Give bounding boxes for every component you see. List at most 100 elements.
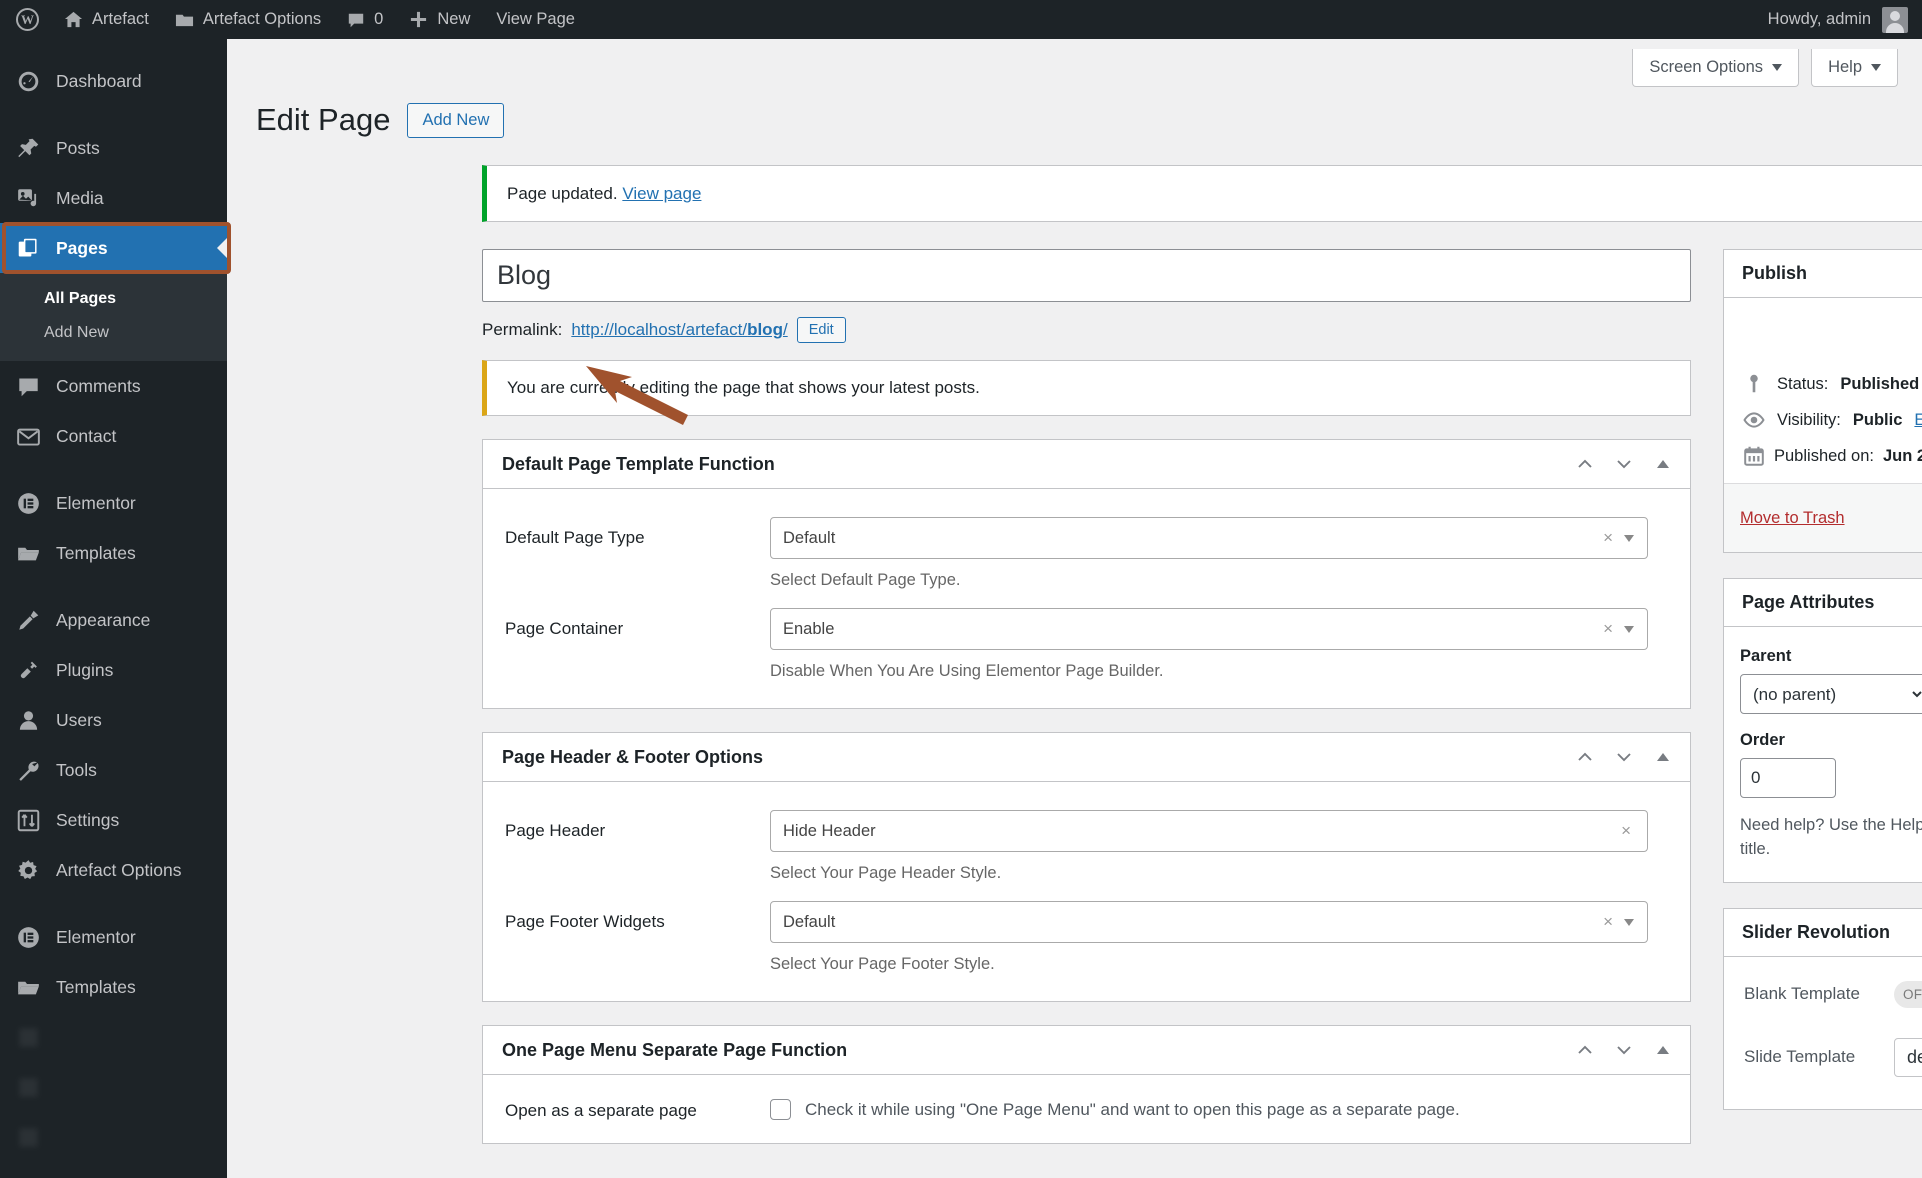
select-value: Default [783,912,836,931]
default-page-type-select[interactable]: Default × [770,517,1648,559]
adminbar-view-page[interactable]: View Page [483,0,588,39]
calendar-icon [1744,446,1764,466]
sidebar-item-contact[interactable]: Contact [0,411,227,461]
slider-revolution-title: Slider Revolution [1742,921,1891,942]
move-down-icon[interactable] [1607,447,1641,481]
move-up-icon[interactable] [1568,447,1602,481]
sidebar-item-posts[interactable]: Posts [0,123,227,173]
add-new-button[interactable]: Add New [407,102,505,138]
field-open-separate-page: Open as a separate page Check it while u… [505,1085,1668,1121]
adminbar-site-label: Artefact [92,10,149,28]
toggle-panel-icon[interactable] [1646,447,1680,481]
wordpress-logo-button[interactable]: W [0,0,51,39]
permalink-link[interactable]: http://localhost/artefact/blog/ [571,320,787,340]
sidebar-item-label: Contact [56,425,117,446]
home-icon [64,11,83,28]
clear-icon[interactable]: × [1621,821,1631,841]
envelope-icon [17,428,40,446]
metabox-actions [1568,1033,1680,1067]
metabox-actions [1568,447,1680,481]
screen-options-label: Screen Options [1649,58,1764,76]
main-content: Screen Options Help Edit Page Add New Pa… [227,39,1922,1178]
adminbar-site-name[interactable]: Artefact [51,0,162,39]
post-title-input[interactable] [482,249,1691,302]
move-up-icon[interactable] [1568,740,1602,774]
sidebar-item-dashboard[interactable]: Dashboard [0,56,227,106]
visibility-edit-link[interactable]: Edit [1914,411,1922,430]
sidebar-item-media[interactable]: Media [0,173,227,223]
sidebar-item-label: Media [56,187,104,208]
sidebar-item-label: Plugins [56,659,114,680]
published-label: Published on: [1774,446,1874,465]
metabox-header[interactable]: Page Header & Footer Options [483,733,1690,782]
sidebar-item-pages[interactable]: Pages [0,223,227,273]
sidebar-item-plugins[interactable]: Plugins [0,645,227,695]
slider-revolution-header[interactable]: Slider Revolution [1724,909,1922,957]
blank-template-toggle[interactable]: OFF [1894,980,1922,1008]
screen-options-button[interactable]: Screen Options [1632,49,1800,87]
publish-title: Publish [1742,263,1808,283]
metabox-header[interactable]: Default Page Template Function [483,440,1690,489]
sidebar-collapsed-extra [0,1012,227,1162]
select-value: Default [783,528,836,547]
elementor-icon [18,926,39,948]
move-up-icon[interactable] [1568,1033,1602,1067]
publish-body: Preview Changes Status: Published Edit V… [1724,298,1922,483]
order-input[interactable] [1740,758,1836,798]
page-header-select[interactable]: Hide Header × [770,810,1648,852]
help-button[interactable]: Help [1811,49,1898,87]
sidebar-item-elementor-2[interactable]: Elementor [0,912,227,962]
page-attributes-box: Page Attributes Parent (no parent) Order… [1723,578,1922,883]
open-separate-page-checkbox[interactable] [770,1099,791,1120]
clear-icon[interactable]: × [1603,912,1613,932]
adminbar-new-content[interactable]: New [396,0,483,39]
adminbar-account[interactable]: Howdy, admin [1768,6,1922,33]
parent-select[interactable]: (no parent) [1740,674,1922,714]
sidebar-item-templates[interactable]: Templates [0,528,227,578]
sidebar-item-templates-2[interactable]: Templates [0,962,227,1012]
sidebar-subitem-add-new[interactable]: Add New [0,316,227,350]
clear-icon[interactable]: × [1603,528,1613,548]
toggle-panel-icon[interactable] [1646,740,1680,774]
page-container-select[interactable]: Enable × [770,608,1648,650]
slide-template-select[interactable]: default [1894,1037,1922,1077]
gear-icon [18,859,38,879]
page-attributes-header[interactable]: Page Attributes [1724,579,1922,627]
field-description: Select Your Page Header Style. [770,864,1002,882]
metabox-title: One Page Menu Separate Page Function [502,1039,848,1060]
move-down-icon[interactable] [1607,1033,1641,1067]
sidebar-item-artefact-options[interactable]: Artefact Options [0,845,227,895]
slider-revolution-box: Slider Revolution Blank Template OFF Sli… [1723,907,1922,1110]
sidebar-item-tools[interactable]: Tools [0,745,227,795]
notice-text: Page updated. [507,183,618,203]
clear-icon[interactable]: × [1603,619,1613,639]
metabox-header[interactable]: One Page Menu Separate Page Function [483,1026,1690,1075]
permalink-slug: blog [747,320,783,339]
sidebar-item-comments[interactable]: Comments [0,361,227,411]
toggle-state-label: OFF [1903,986,1922,1002]
page-footer-widgets-select[interactable]: Default × [770,901,1648,943]
move-to-trash-link[interactable]: Move to Trash [1740,509,1845,528]
blog-notice-text: You are currently editing the page that … [507,378,980,397]
sidebar-subitem-all-pages[interactable]: All Pages [0,282,227,316]
eye-icon [1743,412,1765,428]
sidebar-item-users[interactable]: Users [0,695,227,745]
view-page-link[interactable]: View page [622,184,701,204]
sidebar-item-appearance[interactable]: Appearance [0,595,227,645]
status-label: Status: [1777,374,1829,393]
sidebar-item-label [56,1027,100,1048]
toggle-panel-icon[interactable] [1646,1033,1680,1067]
move-down-icon[interactable] [1607,740,1641,774]
sidebar-item-settings[interactable]: Settings [0,795,227,845]
adminbar-comments-count: 0 [374,10,384,28]
field-label: Page Container [505,619,624,638]
adminbar-comments[interactable]: 0 [334,0,396,39]
sidebar-item-elementor[interactable]: Elementor [0,478,227,528]
pin-key-icon [1750,374,1758,393]
publish-header[interactable]: Publish [1724,250,1922,298]
adminbar-artefact-options[interactable]: Artefact Options [162,0,334,39]
edit-permalink-button[interactable]: Edit [796,317,846,343]
